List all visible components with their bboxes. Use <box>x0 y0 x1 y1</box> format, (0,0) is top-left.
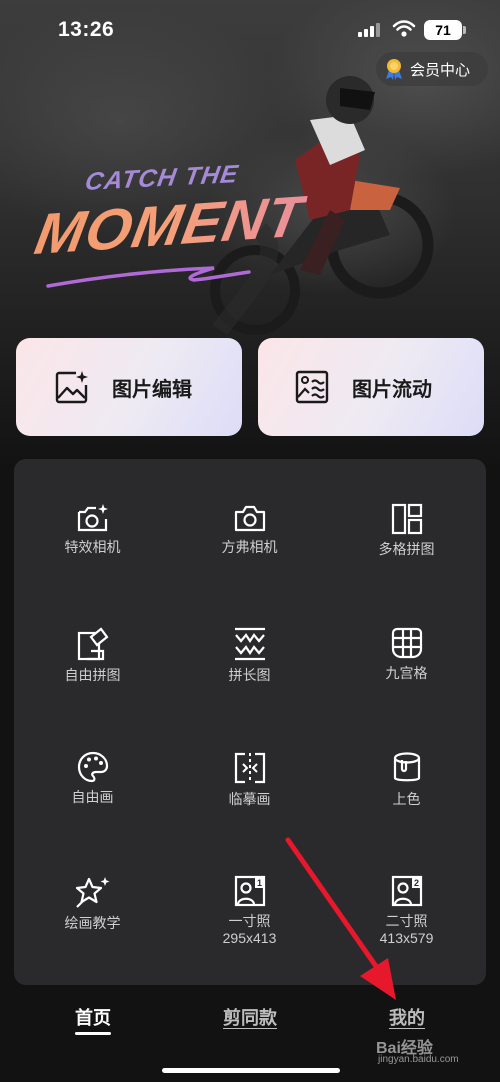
tool-long-image[interactable]: 拼长图 <box>171 583 328 707</box>
svg-text:2: 2 <box>413 878 418 888</box>
tool-label: 上色 <box>392 791 421 807</box>
palette-icon <box>77 751 108 783</box>
tool-free-collage[interactable]: 自由拼图 <box>14 583 171 707</box>
long-image-icon <box>234 627 265 661</box>
tool-nine-grid[interactable]: 九宫格 <box>328 583 485 707</box>
tool-label: 自由拼图 <box>64 667 121 683</box>
vip-center-button[interactable]: 会员中心 <box>376 52 488 86</box>
tab-active-indicator <box>75 1032 111 1035</box>
vip-center-label: 会员中心 <box>410 61 471 79</box>
battery-indicator: 71 <box>424 20 462 40</box>
tool-drawing-tutorial[interactable]: 绘画教学 <box>14 831 171 955</box>
free-collage-icon <box>77 627 109 661</box>
tool-label: 拼长图 <box>228 667 271 683</box>
tool-effect-camera[interactable]: 特效相机 <box>14 459 171 583</box>
tool-label: 临摹画 <box>228 791 271 807</box>
tool-label: 多格拼图 <box>378 541 435 557</box>
tool-label: 方弗相机 <box>221 539 278 555</box>
photo-flow-label: 图片流动 <box>352 378 432 401</box>
photo-edit-label: 图片编辑 <box>112 378 192 401</box>
tab-home[interactable]: 首页 <box>75 1004 111 1030</box>
photo-edit-card[interactable]: 图片编辑 <box>16 338 242 436</box>
baidu-watermark-url: jingyan.baidu.com <box>378 1054 459 1065</box>
tool-sublabel: 413x579 <box>379 930 434 946</box>
tool-label: 自由画 <box>71 789 114 805</box>
status-time: 13:26 <box>58 18 115 41</box>
trace-icon <box>234 752 265 784</box>
status-bar: 13:26 71 <box>0 0 500 58</box>
cellular-signal-icon <box>358 23 382 37</box>
tool-label: 一寸照 <box>228 913 271 929</box>
wifi-icon <box>392 20 416 37</box>
effect-camera-icon <box>77 504 108 532</box>
star-sparkle-icon <box>75 877 109 908</box>
id-photo-1-icon: 1 <box>234 875 265 907</box>
tab-templates[interactable]: 剪同款 <box>223 1004 277 1030</box>
tool-grid-collage[interactable]: 多格拼图 <box>328 459 485 583</box>
tool-sublabel: 295x413 <box>222 930 277 946</box>
tool-id-photo-2inch[interactable]: 2 二寸照 413x579 <box>328 831 485 955</box>
grid-collage-icon <box>391 503 422 535</box>
tool-square-camera[interactable]: 方弗相机 <box>171 459 328 583</box>
paint-bucket-icon <box>393 752 420 782</box>
medal-icon <box>386 59 402 80</box>
photo-sparkle-icon <box>55 371 88 404</box>
photo-flow-card[interactable]: 图片流动 <box>258 338 484 436</box>
tool-label: 九宫格 <box>385 665 428 681</box>
tool-label: 特效相机 <box>64 539 121 555</box>
tab-me[interactable]: 我的 <box>389 1004 425 1030</box>
camera-icon <box>234 505 265 532</box>
tool-label: 绘画教学 <box>64 915 121 931</box>
tool-coloring[interactable]: 上色 <box>328 707 485 831</box>
photo-wave-icon <box>295 370 329 404</box>
id-photo-2-icon: 2 <box>391 875 422 907</box>
tools-panel: 特效相机 方弗相机 多格拼图 自由拼图 拼长图 九宫格 自由画 临摹画 上色 绘… <box>14 459 486 985</box>
svg-text:1: 1 <box>256 878 261 888</box>
tool-free-draw[interactable]: 自由画 <box>14 707 171 831</box>
tool-trace-draw[interactable]: 临摹画 <box>171 707 328 831</box>
home-indicator[interactable] <box>162 1068 340 1073</box>
battery-tip <box>463 26 466 34</box>
tool-id-photo-1inch[interactable]: 1 一寸照 295x413 <box>171 831 328 955</box>
tool-label: 二寸照 <box>385 913 428 929</box>
hero-swoosh-decoration <box>46 266 251 288</box>
nine-grid-icon <box>391 627 422 659</box>
